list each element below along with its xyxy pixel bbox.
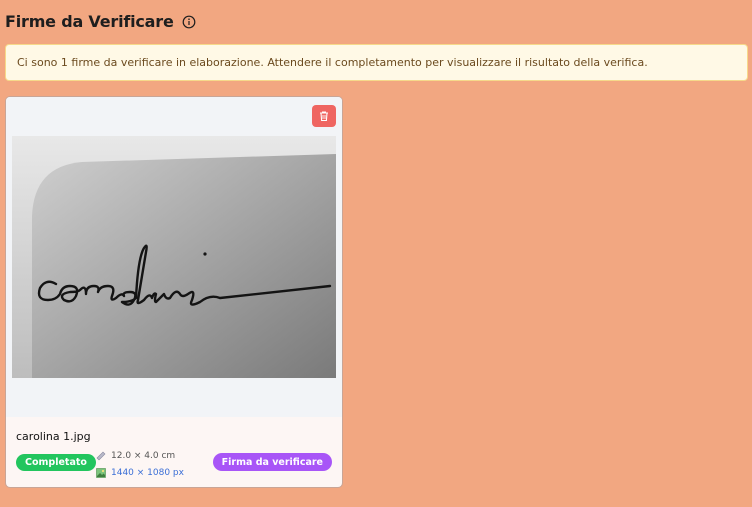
signature-card[interactable]: carolina 1.jpg Completato 12.0 × 4.0 cm … [5, 96, 343, 488]
delete-button[interactable] [312, 105, 336, 127]
trash-icon [320, 111, 328, 122]
status-badge: Completato [16, 454, 96, 471]
type-badge: Firma da verificare [212, 453, 332, 471]
card-media [6, 97, 342, 417]
signature-image [12, 136, 336, 378]
dimensions-row: 12.0 × 4.0 cm [96, 447, 184, 464]
alert-message: Ci sono 1 firme da verificare in elabora… [17, 56, 648, 69]
resolution-row: 1440 × 1080 px [96, 464, 184, 481]
file-metadata: 12.0 × 4.0 cm 1440 × 1080 px [96, 447, 184, 481]
page-title: Firme da Verificare [5, 12, 174, 31]
file-name: carolina 1.jpg [16, 430, 91, 443]
resolution-text: 1440 × 1080 px [111, 467, 184, 478]
dimensions-text: 12.0 × 4.0 cm [111, 450, 176, 461]
page: Firme da Verificare Ci sono 1 firme da v… [0, 0, 752, 507]
processing-alert: Ci sono 1 firme da verificare in elabora… [5, 44, 748, 81]
page-header: Firme da Verificare [5, 12, 196, 31]
image-icon [96, 467, 106, 478]
info-circle-icon[interactable] [182, 15, 196, 29]
ruler-icon [96, 451, 106, 460]
